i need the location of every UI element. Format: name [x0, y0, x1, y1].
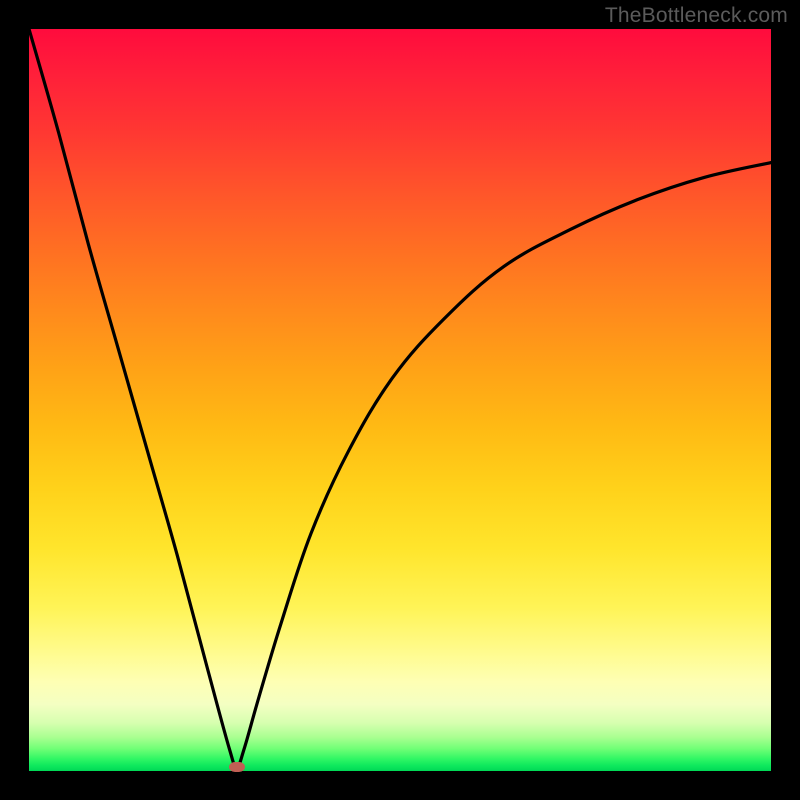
- min-marker: [229, 762, 245, 772]
- chart-frame: TheBottleneck.com: [0, 0, 800, 800]
- plot-area: [29, 29, 771, 771]
- watermark-text: TheBottleneck.com: [605, 4, 788, 28]
- bottleneck-curve: [29, 29, 771, 771]
